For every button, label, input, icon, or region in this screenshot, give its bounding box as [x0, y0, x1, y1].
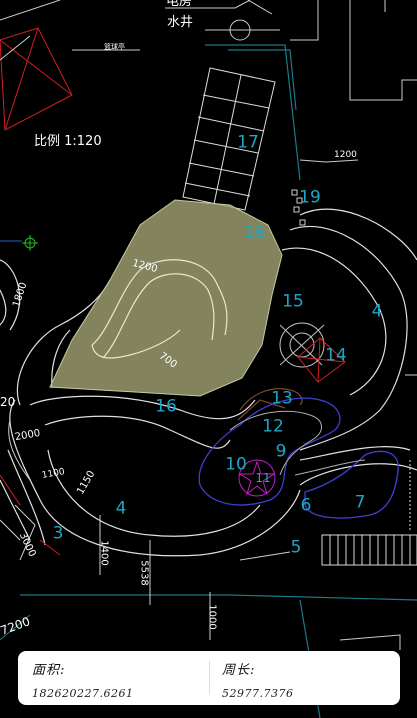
zone-number: 16: [155, 396, 177, 417]
zone-number: 6: [300, 495, 312, 516]
well-label: 水井: [167, 15, 194, 30]
zone-number: 11: [255, 471, 271, 485]
zone-number: 19: [299, 187, 321, 208]
deck: [321, 534, 417, 566]
sign-label: 篮球亭: [104, 43, 125, 51]
area-label: 面积:: [32, 663, 66, 678]
zone-number: 7: [354, 492, 366, 513]
cad-viewer[interactable]: 电房 水井 篮球亭 比例 1:120 17 19 16 15 4 14 13 1…: [0, 0, 417, 718]
dimension-label: 5538: [138, 560, 150, 586]
zone-number: 12: [262, 416, 284, 437]
scale-label: 比例 1:120: [34, 134, 102, 149]
area-value: 182620227.6261: [32, 687, 134, 700]
zone-number: 15: [282, 291, 304, 312]
building-label: 电房: [166, 0, 193, 9]
perimeter-value: 52977.7376: [222, 687, 294, 700]
panel-divider: [209, 661, 210, 695]
zone-number: 10: [225, 454, 247, 475]
zone-number: 3: [52, 523, 64, 544]
dimension-label: 1000: [206, 604, 218, 630]
zone-number: 16: [244, 222, 266, 243]
zone-number: 17: [237, 132, 259, 153]
parking-grid: [182, 67, 276, 211]
zone-number: 5: [290, 537, 302, 558]
perimeter-label: 周长:: [222, 663, 256, 678]
zone-number: 4: [371, 301, 383, 322]
area-readout: 面积: 182620227.6261: [32, 659, 133, 700]
dimension-label: 1200: [334, 150, 357, 160]
zone-number: 4: [115, 498, 127, 519]
zone-number: 13: [271, 388, 293, 409]
perimeter-readout: 周长: 52977.7376: [222, 659, 293, 700]
red-pavilion-left: [0, 27, 73, 131]
node-marker: [22, 235, 38, 251]
dimension-label: 20: [0, 395, 16, 409]
dimension-label: 1400: [98, 540, 110, 566]
zone-number: 14: [325, 345, 347, 366]
measure-panel: 面积: 182620227.6261 周长: 52977.7376: [18, 651, 400, 705]
zone-number: 9: [275, 441, 287, 462]
